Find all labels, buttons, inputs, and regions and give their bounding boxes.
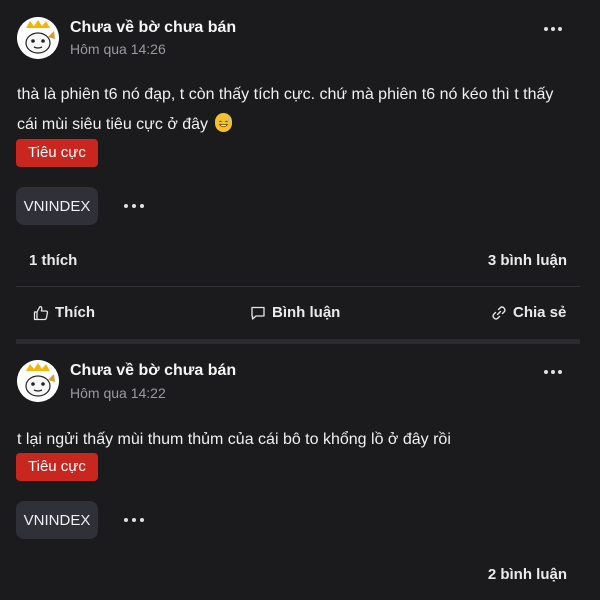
author-name[interactable]: Chưa về bờ chưa bán [70, 19, 236, 37]
divider [16, 286, 580, 287]
share-button[interactable]: Chia sẻ [491, 304, 566, 321]
author-name[interactable]: Chưa về bờ chưa bán [70, 362, 236, 380]
link-icon [492, 305, 506, 320]
post-separator [16, 339, 580, 344]
post-text: t lại ngửi thấy mùi thum thủm của cái bô… [17, 431, 451, 448]
sentiment-badge[interactable]: Tiêu cực [16, 453, 98, 481]
share-label: Chia sẻ [513, 304, 567, 321]
like-count[interactable]: 1 thích [29, 252, 77, 269]
ticker-chip[interactable]: VNINDEX [16, 501, 98, 539]
post-content: t lại ngửi thấy mùi thum thủm của cái bô… [17, 425, 572, 455]
thumbs-up-icon [33, 305, 49, 320]
post-content: thà là phiên t6 nó đạp, t còn thấy tích … [17, 80, 572, 140]
comment-icon [251, 306, 265, 320]
more-options-icon[interactable] [544, 368, 562, 376]
comment-count[interactable]: 3 bình luận [488, 252, 567, 269]
sentiment-badge[interactable]: Tiêu cực [16, 139, 98, 167]
more-tickers-icon[interactable] [124, 516, 144, 524]
ticker-chip[interactable]: VNINDEX [16, 187, 98, 225]
like-button[interactable]: Thích [33, 304, 95, 321]
grinning-sweat-emoji-icon [214, 113, 232, 132]
avatar[interactable] [17, 360, 59, 402]
comment-button[interactable]: Bình luận [250, 304, 340, 321]
avatar[interactable] [17, 17, 59, 59]
post-time: Hôm qua 14:22 [70, 385, 166, 401]
more-options-icon[interactable] [544, 25, 562, 33]
post-time: Hôm qua 14:26 [70, 41, 166, 57]
more-tickers-icon[interactable] [124, 202, 144, 210]
comment-label: Bình luận [272, 304, 341, 321]
comment-count[interactable]: 2 bình luận [488, 566, 567, 583]
post-card: Chưa về bờ chưa bán Hôm qua 14:26 thà là… [0, 0, 600, 340]
post-card: Chưa về bờ chưa bán Hôm qua 14:22 t lại … [0, 346, 600, 600]
like-label: Thích [55, 304, 95, 321]
post-text: thà là phiên t6 nó đạp, t còn thấy tích … [17, 86, 554, 133]
